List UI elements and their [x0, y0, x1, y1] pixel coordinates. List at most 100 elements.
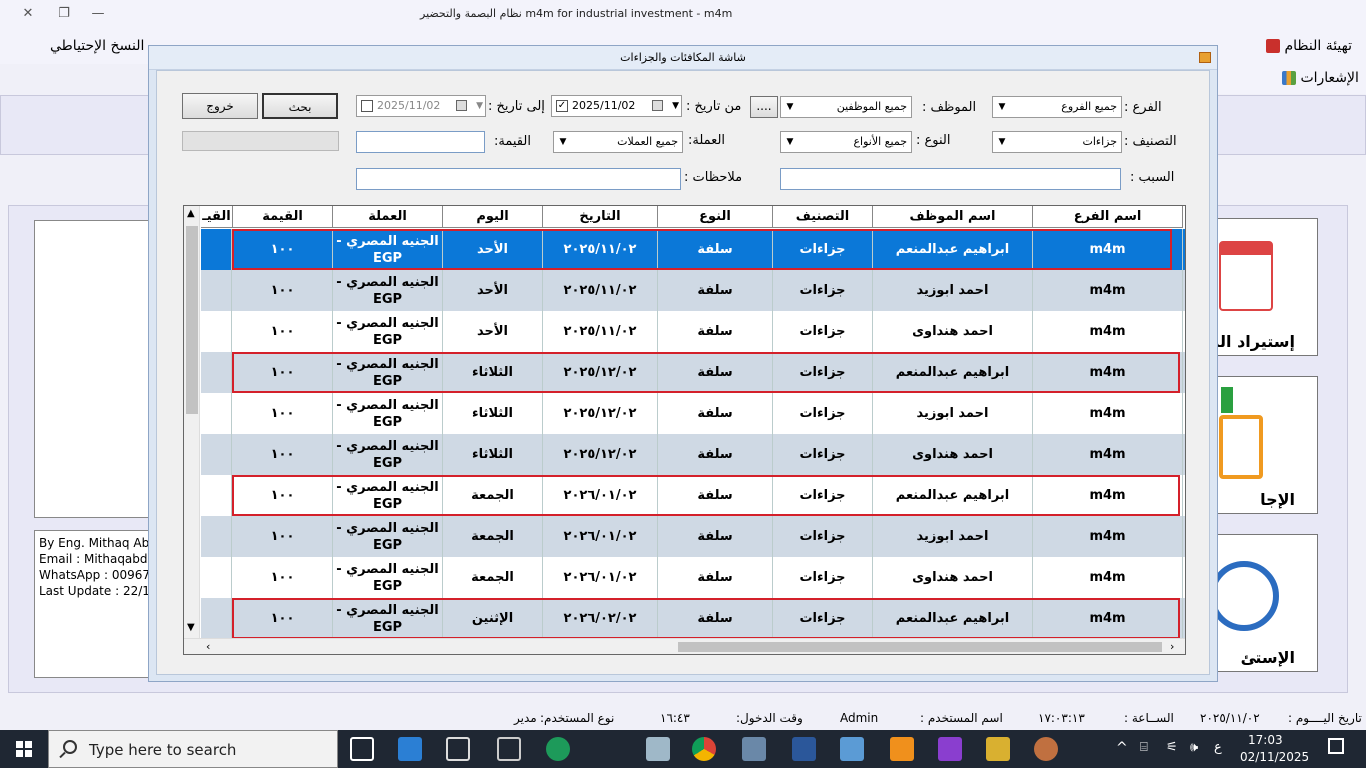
highlight-box: [232, 229, 1172, 270]
chevron-down-icon: ▼: [998, 137, 1006, 147]
arrow-icon: [1221, 387, 1233, 413]
column-header-value-2[interactable]: القيـ: [201, 206, 233, 228]
column-header-value[interactable]: القيمة: [233, 206, 333, 228]
app-icon[interactable]: [742, 737, 766, 761]
volume-icon[interactable]: 🕪: [1190, 740, 1198, 755]
paint-icon[interactable]: [1034, 737, 1058, 761]
clock-date[interactable]: 02/11/2025: [1240, 750, 1309, 764]
app-icon[interactable]: [986, 737, 1010, 761]
search-button[interactable]: بحث: [262, 93, 338, 119]
task-view-icon[interactable]: [350, 737, 374, 761]
app-icon[interactable]: [890, 737, 914, 761]
column-header-date[interactable]: التاريخ: [543, 206, 658, 228]
column-header-type[interactable]: النوع: [658, 206, 773, 228]
table-row[interactable]: m4m احمد هنداوى جزاءات سلفة ٢٠٢٥/١٢/٠٢ الثلاث…: [201, 434, 1185, 475]
row-header[interactable]: [201, 475, 232, 516]
row-header[interactable]: [201, 352, 232, 393]
exit-button[interactable]: خروج: [182, 93, 258, 119]
chrome-icon[interactable]: [692, 737, 716, 761]
taskbar-search[interactable]: Type here to search: [48, 730, 338, 768]
status-bar: تاريخ اليــــوم : ٢٠٢٥/١١/٠٢ الســاعة : …: [0, 706, 1366, 730]
column-header-branch[interactable]: اسم الفرع: [1033, 206, 1183, 228]
menu-item-system-setup[interactable]: تهيئة النظام: [1262, 38, 1352, 54]
value-input[interactable]: [356, 131, 485, 153]
table-row[interactable]: m4m احمد ابوزيد جزاءات سلفة ٢٠٢٥/١١/٠٢ الأحد ا…: [201, 270, 1185, 311]
row-header[interactable]: [201, 393, 232, 434]
leave-icon: [1219, 415, 1263, 479]
row-header[interactable]: [201, 270, 232, 311]
to-date-picker[interactable]: 2025/11/02 ▼: [356, 95, 486, 117]
restore-icon[interactable]: ❐: [54, 6, 74, 21]
scroll-down-icon[interactable]: ▼: [187, 622, 195, 633]
row-header[interactable]: [201, 311, 232, 352]
bell-icon: [1282, 71, 1296, 85]
column-header-employee[interactable]: اسم الموظف: [873, 206, 1033, 228]
notification-icon[interactable]: [1328, 738, 1344, 754]
minimize-icon[interactable]: —: [88, 6, 108, 21]
scroll-thumb[interactable]: [186, 226, 198, 414]
wifi-icon[interactable]: ⚟: [1166, 740, 1178, 755]
app-icon[interactable]: [840, 737, 864, 761]
results-grid[interactable]: ▲ ▼ اسم الفرع اسم الموظف التصنيف النوع ا…: [183, 205, 1186, 655]
category-label: التصنيف :: [1124, 134, 1177, 149]
scroll-right-icon[interactable]: ›: [1170, 640, 1174, 653]
cell-currency: الجنيه المصري - EGP: [333, 516, 443, 557]
row-header[interactable]: [201, 434, 232, 475]
type-label: النوع :: [916, 133, 951, 148]
column-header-currency[interactable]: العملة: [333, 206, 443, 228]
cell-date: ٢٠٢٦/٠١/٠٢: [543, 516, 658, 557]
horizontal-scrollbar[interactable]: ‹ ›: [184, 638, 1185, 654]
row-header[interactable]: [201, 229, 232, 270]
cell-date: ٢٠٢٥/١٢/٠٢: [543, 393, 658, 434]
app-icon[interactable]: [646, 737, 670, 761]
cell-day: الثلاثاء: [443, 393, 543, 434]
table-row[interactable]: m4m احمد هنداوى جزاءات سلفة ٢٠٢٥/١١/٠٢ الأحد ا…: [201, 311, 1185, 352]
scroll-up-icon[interactable]: ▲: [187, 208, 195, 219]
browse-employee-button[interactable]: ....: [750, 96, 778, 118]
cell-employee: احمد هنداوى: [873, 557, 1033, 598]
info-line: By Eng. Mithaq Abd: [39, 536, 150, 550]
employee-select[interactable]: جميع الموظفين ▼: [780, 96, 912, 118]
table-row[interactable]: m4m احمد ابوزيد جزاءات سلفة ٢٠٢٦/٠١/٠٢ الجمعة…: [201, 516, 1185, 557]
vscode-icon[interactable]: [398, 737, 422, 761]
row-header[interactable]: [201, 557, 232, 598]
menu-item-label: النسخ الإحتياطي: [50, 38, 145, 54]
row-header[interactable]: [201, 516, 232, 557]
cell-day: الجمعة: [443, 557, 543, 598]
from-date-checkbox[interactable]: ✓: [556, 100, 568, 112]
ja-app-icon[interactable]: [546, 737, 570, 761]
word-icon[interactable]: [792, 737, 816, 761]
close-icon[interactable]: ✕: [18, 6, 38, 21]
table-row[interactable]: m4m احمد هنداوى جزاءات سلفة ٢٠٢٦/٠١/٠٢ الجمعة…: [201, 557, 1185, 598]
copy-icon[interactable]: [497, 737, 521, 761]
notes-input[interactable]: [356, 168, 681, 190]
scroll-left-icon[interactable]: ‹: [206, 640, 210, 653]
scroll-thumb[interactable]: [678, 642, 1162, 652]
currency-select[interactable]: جميع العملات ▼: [553, 131, 683, 153]
chevron-up-icon[interactable]: ^: [1116, 740, 1128, 756]
branch-select[interactable]: جميع الفروع ▼: [992, 96, 1122, 118]
visual-studio-icon[interactable]: [938, 737, 962, 761]
clock-time[interactable]: 17:03: [1248, 733, 1283, 747]
start-button[interactable]: [0, 730, 48, 768]
menu-item-backup[interactable]: النسخ الإحتياطي: [50, 38, 144, 54]
language-indicator[interactable]: ع: [1214, 740, 1222, 755]
table-row[interactable]: m4m احمد ابوزيد جزاءات سلفة ٢٠٢٥/١٢/٠٢ الثلاث…: [201, 393, 1185, 434]
branch-value: جميع الفروع: [1061, 100, 1117, 113]
vertical-scrollbar[interactable]: ▲ ▼: [184, 206, 200, 638]
network-icon[interactable]: ⌸: [1140, 740, 1148, 755]
menu-item-notifications[interactable]: الإشعارات: [1278, 70, 1359, 86]
type-select[interactable]: جميع الأنواع ▼: [780, 131, 912, 153]
window-icon[interactable]: [446, 737, 470, 761]
currency-label: العملة:: [688, 133, 726, 148]
reason-input[interactable]: [780, 168, 1121, 190]
column-header-category[interactable]: التصنيف: [773, 206, 873, 228]
category-select[interactable]: جزاءات ▼: [992, 131, 1122, 153]
column-header-day[interactable]: اليوم: [443, 206, 543, 228]
row-header[interactable]: [201, 598, 232, 639]
from-date-picker[interactable]: ✓ 2025/11/02 ▼: [551, 95, 682, 117]
to-date-checkbox[interactable]: [361, 100, 373, 112]
to-date-label: إلى تاريخ :: [488, 99, 545, 114]
cell-value: ١٠٠: [233, 270, 333, 311]
to-date-value: 2025/11/02: [377, 99, 441, 112]
